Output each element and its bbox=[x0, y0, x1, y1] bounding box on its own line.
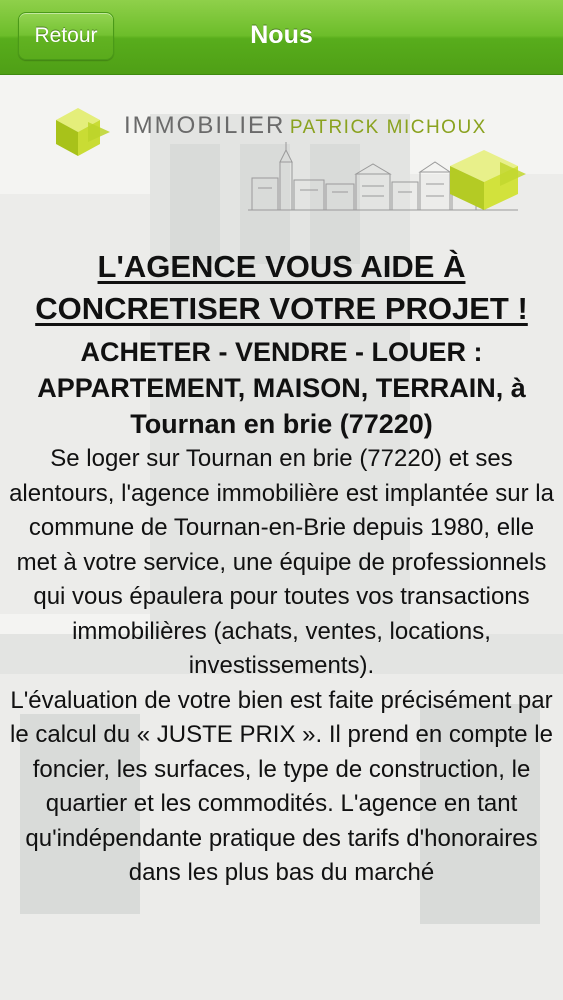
logo-text: IMMOBILIER PATRICK MICHOUX bbox=[124, 112, 487, 140]
back-button[interactable]: Retour bbox=[18, 12, 114, 60]
about-content: L'AGENCE VOUS AIDE À CONCRETISER VOTRE P… bbox=[0, 246, 563, 891]
headline: L'AGENCE VOUS AIDE À CONCRETISER VOTRE P… bbox=[35, 249, 528, 326]
subheading: ACHETER - VENDRE - LOUER : APPARTEMENT, … bbox=[37, 337, 526, 439]
navigation-bar: Retour Nous bbox=[0, 0, 563, 75]
logo-word-immobilier: IMMOBILIER bbox=[124, 112, 286, 139]
agency-logo: IMMOBILIER PATRICK MICHOUX bbox=[48, 92, 548, 220]
paragraph-intro: Se loger sur Tournan en brie (77220) et … bbox=[9, 445, 554, 679]
paragraph-evaluation: L'évaluation de votre bien est faite pré… bbox=[10, 686, 553, 887]
logo-word-name: PATRICK MICHOUX bbox=[289, 117, 487, 138]
